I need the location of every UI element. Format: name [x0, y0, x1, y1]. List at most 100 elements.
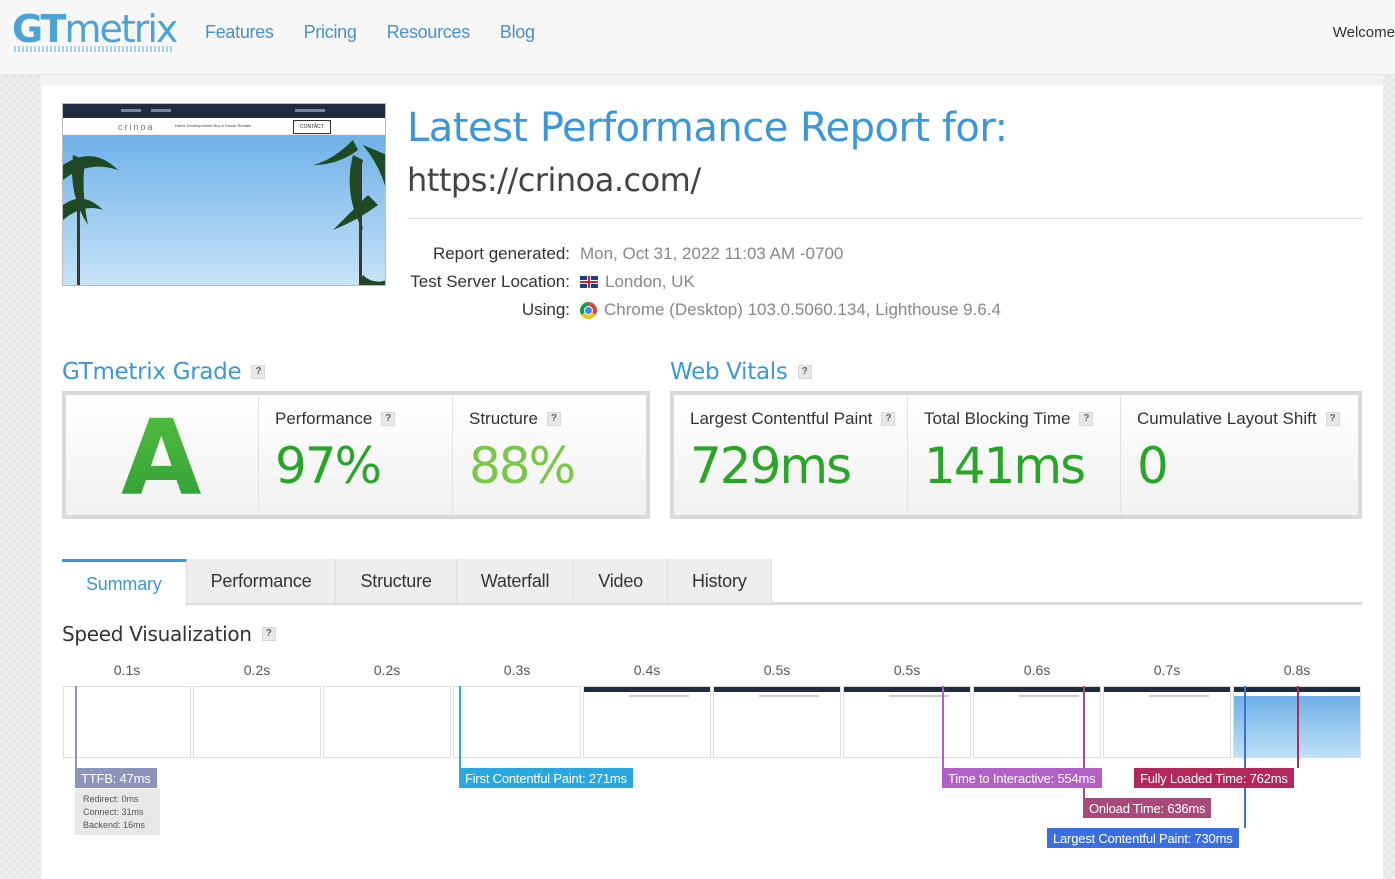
cls-cell: Cumulative Layout Shift ? 0: [1121, 395, 1358, 515]
thumb-topbar: [63, 104, 385, 118]
nav-blog[interactable]: Blog: [500, 22, 535, 43]
structure-help-icon[interactable]: ?: [546, 412, 561, 426]
time-label: 0.4s: [633, 662, 661, 678]
ttfb-marker-label[interactable]: TTFB: 47ms: [75, 768, 157, 788]
lcp-label-wrap: Largest Contentful Paint ?: [690, 409, 896, 429]
vitals-heading: Web Vitals ?: [670, 359, 812, 385]
performance-label-wrap: Performance ?: [275, 409, 396, 429]
palm-trees-image: [63, 140, 385, 285]
fcp-marker-label[interactable]: First Contentful Paint: 271ms: [459, 768, 633, 788]
thumb-contact-button: CONTACT: [293, 120, 331, 134]
time-label: 0.3s: [503, 662, 531, 678]
thumb-navbar: crinoa Home Developments Buy A House Ren…: [63, 118, 385, 135]
ttfb-marker-line: [75, 686, 77, 768]
nav-features[interactable]: Features: [205, 22, 274, 43]
report-url: https://crinoa.com/: [407, 161, 701, 199]
tti-marker-line: [942, 686, 944, 768]
lcp-label: Largest Contentful Paint: [690, 409, 873, 428]
tab-structure[interactable]: Structure: [336, 559, 457, 603]
tab-performance[interactable]: Performance: [186, 559, 337, 603]
report-title: Latest Performance Report for:: [407, 105, 1008, 151]
vitals-help-icon[interactable]: ?: [797, 365, 812, 379]
thumb-hero-sky: [63, 135, 385, 285]
time-label: 0.7s: [1153, 662, 1181, 678]
filmstrip-frame[interactable]: [583, 686, 711, 758]
structure-cell: Structure ? 88%: [453, 395, 646, 515]
time-label: 0.2s: [373, 662, 401, 678]
fully-loaded-marker-label[interactable]: Fully Loaded Time: 762ms: [1134, 768, 1294, 788]
time-label: 0.1s: [113, 662, 141, 678]
tbt-help-icon[interactable]: ?: [1079, 412, 1094, 426]
cls-label: Cumulative Layout Shift: [1137, 409, 1317, 428]
time-label: 0.5s: [763, 662, 791, 678]
background-pattern-left: [0, 75, 40, 879]
page-screenshot-thumbnail[interactable]: crinoa Home Developments Buy A House Ren…: [62, 103, 386, 286]
performance-value: 97%: [275, 437, 382, 495]
nav-resources[interactable]: Resources: [387, 22, 471, 43]
speed-visualization-heading: Speed Visualization ?: [62, 622, 276, 646]
onload-marker-label[interactable]: Onload Time: 636ms: [1083, 798, 1212, 818]
filmstrip-frame[interactable]: [1103, 686, 1231, 758]
thumb-topbar-email: [151, 109, 171, 112]
using-label: Using:: [521, 300, 570, 319]
using-value: Chrome (Desktop) 103.0.5060.134, Lightho…: [604, 300, 1001, 319]
thumb-navlinks: Home Developments Buy A House Rentals: [175, 123, 252, 128]
gtmetrix-logo[interactable]: GTmetrix: [12, 10, 178, 48]
filmstrip-frame[interactable]: [973, 686, 1101, 758]
ttfb-connect: Connect: 31ms: [83, 807, 144, 817]
location-value-wrap: London, UK: [580, 272, 695, 292]
speed-help-icon[interactable]: ?: [261, 627, 276, 641]
speed-title-text: Speed Visualization: [62, 622, 252, 646]
cls-label-wrap: Cumulative Layout Shift ?: [1137, 409, 1340, 429]
nav-pricing[interactable]: Pricing: [304, 22, 357, 43]
tbt-label-wrap: Total Blocking Time ?: [924, 409, 1094, 429]
grade-heading: GTmetrix Grade ?: [62, 359, 266, 385]
background-pattern-right: [1383, 75, 1395, 879]
filmstrip-frame[interactable]: [713, 686, 841, 758]
thumb-topbar-phone: [121, 109, 141, 112]
grade-heading-text: GTmetrix Grade: [62, 359, 242, 385]
generated-value: Mon, Oct 31, 2022 11:03 AM -0700: [580, 244, 844, 263]
tti-marker-label[interactable]: Time to Interactive: 554ms: [942, 768, 1102, 788]
time-label: 0.5s: [893, 662, 921, 678]
ttfb-backend: Backend: 16ms: [83, 820, 146, 830]
report-tabs: Summary Performance Structure Waterfall …: [62, 559, 772, 606]
time-label: 0.6s: [1023, 662, 1051, 678]
lcp-marker-line: [1244, 686, 1246, 828]
fully-loaded-marker-line: [1297, 686, 1299, 768]
cls-help-icon[interactable]: ?: [1325, 412, 1340, 426]
thumb-brand: crinoa: [118, 122, 155, 132]
grade-letter: A: [121, 397, 202, 519]
time-label: 0.8s: [1283, 662, 1311, 678]
location-value: London, UK: [605, 272, 695, 291]
filmstrip-frame[interactable]: [323, 686, 451, 758]
site-header: GTmetrix Features Pricing Resources Blog…: [0, 0, 1395, 75]
thumb-topbar-socials: [295, 109, 325, 112]
time-label: 0.2s: [243, 662, 271, 678]
chrome-icon: [580, 301, 597, 319]
vitals-heading-text: Web Vitals: [670, 359, 788, 385]
tab-video[interactable]: Video: [574, 559, 668, 603]
tab-summary[interactable]: Summary: [62, 559, 187, 606]
filmstrip-frame[interactable]: [453, 686, 581, 758]
performance-help-icon[interactable]: ?: [381, 412, 396, 426]
cls-value: 0: [1137, 437, 1169, 495]
grade-help-icon[interactable]: ?: [251, 365, 266, 379]
performance-cell: Performance ? 97%: [259, 395, 453, 515]
tbt-label: Total Blocking Time: [924, 409, 1071, 428]
filmstrip-frame[interactable]: [193, 686, 321, 758]
lcp-marker-label[interactable]: Largest Contentful Paint: 730ms: [1047, 828, 1239, 848]
ttfb-breakdown: Redirect: 0ms Connect: 31ms Backend: 16m…: [75, 789, 160, 835]
tab-history[interactable]: History: [667, 559, 772, 603]
welcome-user-menu[interactable]: Welcome: [1333, 24, 1395, 41]
tab-waterfall[interactable]: Waterfall: [456, 559, 575, 603]
ttfb-redirect: Redirect: 0ms: [83, 794, 139, 804]
logo-ruler-decoration: [14, 46, 174, 52]
performance-label: Performance: [275, 409, 373, 428]
meta-row-using: Using: Chrome (Desktop) 103.0.5060.134, …: [407, 296, 1107, 324]
lcp-help-icon[interactable]: ?: [881, 412, 896, 426]
lcp-cell: Largest Contentful Paint ? 729ms: [674, 395, 908, 515]
filmstrip-frame[interactable]: [63, 686, 191, 758]
filmstrip-frame[interactable]: [843, 686, 971, 758]
fcp-marker-line: [459, 686, 461, 768]
